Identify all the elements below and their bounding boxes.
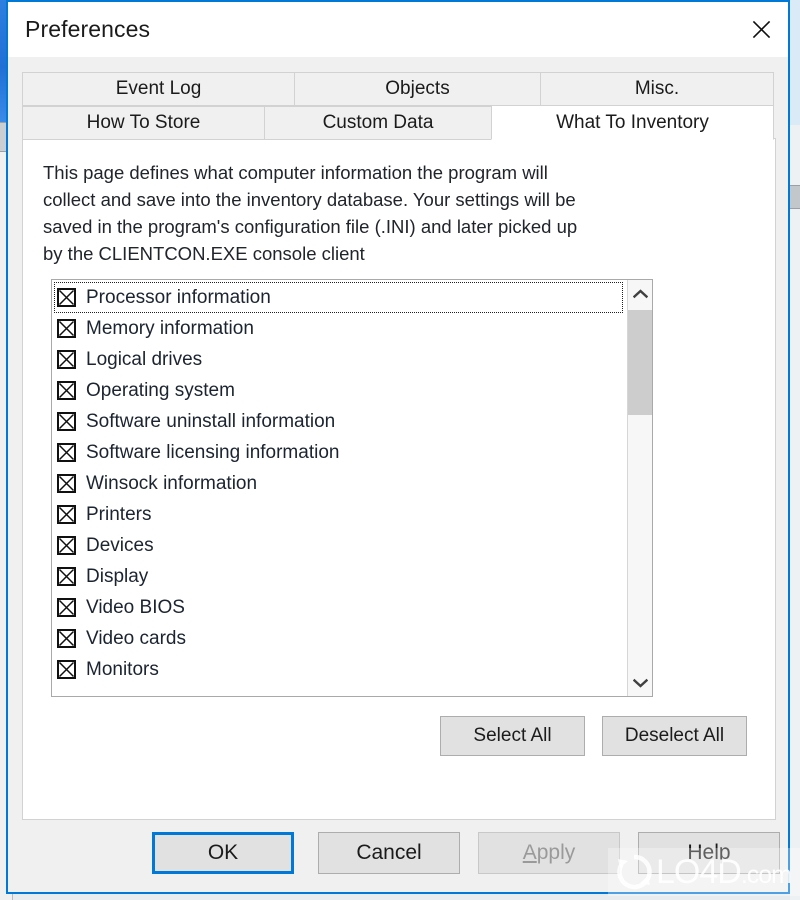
checkbox-checked-icon[interactable] [57,536,76,555]
panel-description: This page defines what computer informat… [43,162,578,264]
list-item-label: Video BIOS [86,597,185,618]
list-item-label: Display [86,566,149,587]
tab-custom-data-label: Custom Data [322,112,434,133]
checkbox-checked-icon[interactable] [57,412,76,431]
checkbox-checked-icon[interactable] [57,660,76,679]
list-item[interactable]: Monitors [54,654,627,685]
close-icon[interactable] [734,2,788,57]
list-item[interactable]: Logical drives [54,344,627,375]
list-item-label: Software licensing information [86,442,340,463]
checkbox-checked-icon[interactable] [57,288,76,307]
window-title: Preferences [25,16,151,42]
checkbox-checked-icon[interactable] [57,381,76,400]
checkbox-checked-icon[interactable] [57,350,76,369]
background-right-sliver-mid [790,125,800,185]
tab-row-1: Event Log Objects Misc. [22,72,776,106]
tab-how-to-store[interactable]: How To Store [22,106,265,140]
inventory-listbox[interactable]: Processor information Memory information L… [51,279,653,697]
list-item-label: Winsock information [86,473,258,494]
list-item[interactable]: Devices [54,530,627,561]
chevron-down-icon[interactable] [628,669,652,696]
list-item-label: Operating system [86,380,235,401]
dialog-client-area: Event Log Objects Misc. How To Store Cus… [8,57,788,892]
tab-control: Event Log Objects Misc. How To Store Cus… [22,72,776,820]
scrollbar-thumb[interactable] [628,310,652,415]
background-right-sliver-top [790,0,800,125]
checkbox-checked-icon[interactable] [57,443,76,462]
list-item[interactable]: Video cards [54,623,627,654]
list-item[interactable]: Software licensing information [54,437,627,468]
tab-panel-what-to-inventory: This page defines what computer informat… [22,138,776,820]
checkbox-checked-icon[interactable] [57,567,76,586]
tab-event-log[interactable]: Event Log [22,72,295,106]
ok-button[interactable]: OK [152,832,294,874]
inventory-list-items: Processor information Memory information L… [52,280,627,696]
checkbox-checked-icon[interactable] [57,505,76,524]
tab-row-2: How To Store Custom Data What To Invento… [22,105,776,140]
apply-accel-letter: A [522,841,537,864]
list-item-label: Video cards [86,628,186,649]
listbox-vertical-scrollbar[interactable] [627,280,652,696]
list-item[interactable]: Display [54,561,627,592]
list-item[interactable]: Winsock information [54,468,627,499]
background-window-right-edge [790,0,800,900]
preferences-dialog: Preferences Event Log Objects Misc. How … [6,0,790,894]
list-item[interactable]: Software uninstall information [54,406,627,437]
tab-how-to-store-label: How To Store [86,112,201,133]
dialog-footer: OK Cancel Apply Help [8,820,788,892]
tab-event-log-label: Event Log [115,78,202,99]
list-item-label: Devices [86,535,154,556]
tab-strip: Event Log Objects Misc. How To Store Cus… [22,72,776,140]
tab-what-to-inventory[interactable]: What To Inventory [491,105,774,140]
apply-button: Apply [478,832,620,874]
list-action-buttons: Select All Deselect All [440,716,747,756]
titlebar: Preferences [8,0,788,57]
list-item-label: Logical drives [86,349,203,370]
list-item-label: Software uninstall information [86,411,336,432]
desktop-background: Preferences Event Log Objects Misc. How … [0,0,800,900]
chevron-up-icon[interactable] [628,280,652,307]
tab-objects[interactable]: Objects [294,72,541,106]
tab-objects-label: Objects [385,78,450,99]
tab-misc-label: Misc. [634,78,680,99]
tab-what-to-inventory-label: What To Inventory [556,111,709,133]
list-item[interactable]: Operating system [54,375,627,406]
select-all-button[interactable]: Select All [440,716,585,756]
checkbox-checked-icon[interactable] [57,319,76,338]
help-button[interactable]: Help [638,832,780,874]
checkbox-checked-icon[interactable] [57,629,76,648]
background-right-sliver-bar [790,185,800,209]
list-item[interactable]: Video BIOS [54,592,627,623]
list-item-label: Processor information [86,287,271,308]
list-item-label: Printers [86,504,152,525]
list-item[interactable]: Printers [54,499,627,530]
cancel-button[interactable]: Cancel [318,832,460,874]
apply-label-rest: pply [536,841,576,864]
deselect-all-button[interactable]: Deselect All [602,716,747,756]
list-item-label: Monitors [86,659,159,680]
list-item[interactable]: Processor information [54,282,623,313]
tab-custom-data[interactable]: Custom Data [264,106,492,140]
list-item-label: Memory information [86,318,254,339]
list-item[interactable]: Memory information [54,313,627,344]
tab-misc[interactable]: Misc. [540,72,774,106]
checkbox-checked-icon[interactable] [57,598,76,617]
checkbox-checked-icon[interactable] [57,474,76,493]
